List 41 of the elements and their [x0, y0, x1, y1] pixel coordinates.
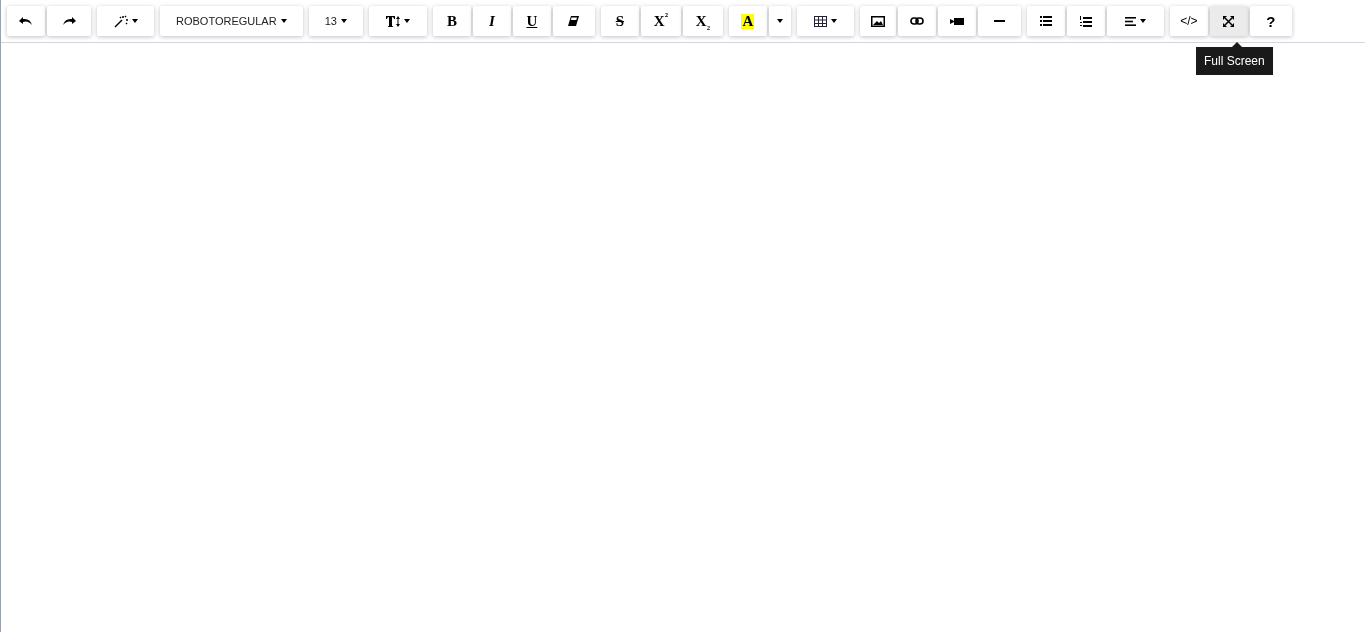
- script-button[interactable]: X$^{²}$: [640, 6, 681, 36]
- fullscreen-button[interactable]: [1209, 6, 1248, 36]
- redo-icon: [62, 16, 76, 26]
- editor-area[interactable]: Full Screen: [1, 43, 1365, 632]
- magic-wand-icon: [113, 14, 128, 28]
- dropdown-button[interactable]: 13: [308, 6, 363, 36]
- link-icon: [909, 17, 924, 25]
- text-size-icon: [385, 15, 400, 27]
- redo-button[interactable]: [47, 6, 91, 36]
- align-icon: [1124, 16, 1136, 26]
- bold-button[interactable]: B: [432, 6, 471, 36]
- help-button[interactable]: ?: [1249, 6, 1292, 36]
- color-dropdown-button[interactable]: [768, 6, 791, 36]
- image-button[interactable]: [859, 6, 896, 36]
- undo-icon: [19, 16, 33, 26]
- script-button[interactable]: X$_{₂}$: [682, 6, 723, 36]
- dropdown-button[interactable]: ROBOTOREGULAR: [160, 6, 303, 36]
- tooltip-arrow-icon: [1232, 42, 1242, 47]
- link-button[interactable]: [897, 6, 936, 36]
- underline-button[interactable]: U: [512, 6, 551, 36]
- font-size-button[interactable]: [368, 6, 427, 36]
- style-button[interactable]: [97, 6, 154, 36]
- text-color-button[interactable]: A: [728, 6, 767, 36]
- eraser-icon: [568, 16, 580, 26]
- italic-button[interactable]: I: [472, 6, 511, 36]
- strikethrough-button[interactable]: S: [600, 6, 639, 36]
- bulleted-list-icon: [1039, 16, 1052, 26]
- bulleted-list-button[interactable]: [1026, 6, 1065, 36]
- image-icon: [870, 15, 885, 27]
- horizontal-rule-icon: [993, 20, 1005, 22]
- align-button[interactable]: [1106, 6, 1164, 36]
- numbered-list-button[interactable]: [1066, 6, 1105, 36]
- video-camera-icon: [949, 16, 964, 26]
- undo-button[interactable]: [7, 6, 45, 36]
- table-button[interactable]: [796, 6, 854, 36]
- table-icon: [813, 15, 827, 27]
- video-button[interactable]: [937, 6, 976, 36]
- clear-format-button[interactable]: [552, 6, 595, 36]
- code-view-button[interactable]: </>: [1169, 6, 1208, 36]
- fullscreen-icon: [1223, 15, 1235, 27]
- numbered-list-icon: [1079, 15, 1092, 27]
